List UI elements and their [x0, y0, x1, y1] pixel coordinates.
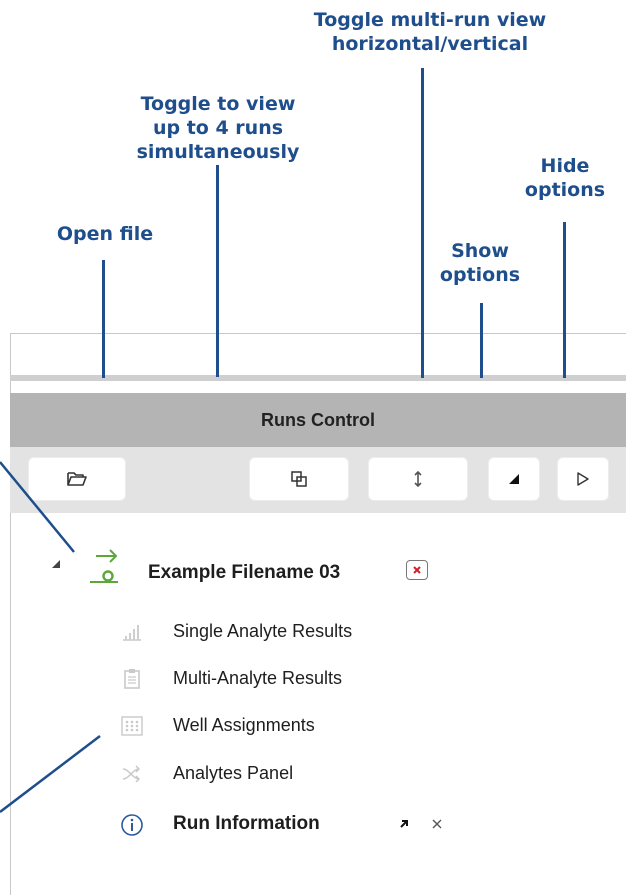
connector-lines — [0, 461, 101, 813]
